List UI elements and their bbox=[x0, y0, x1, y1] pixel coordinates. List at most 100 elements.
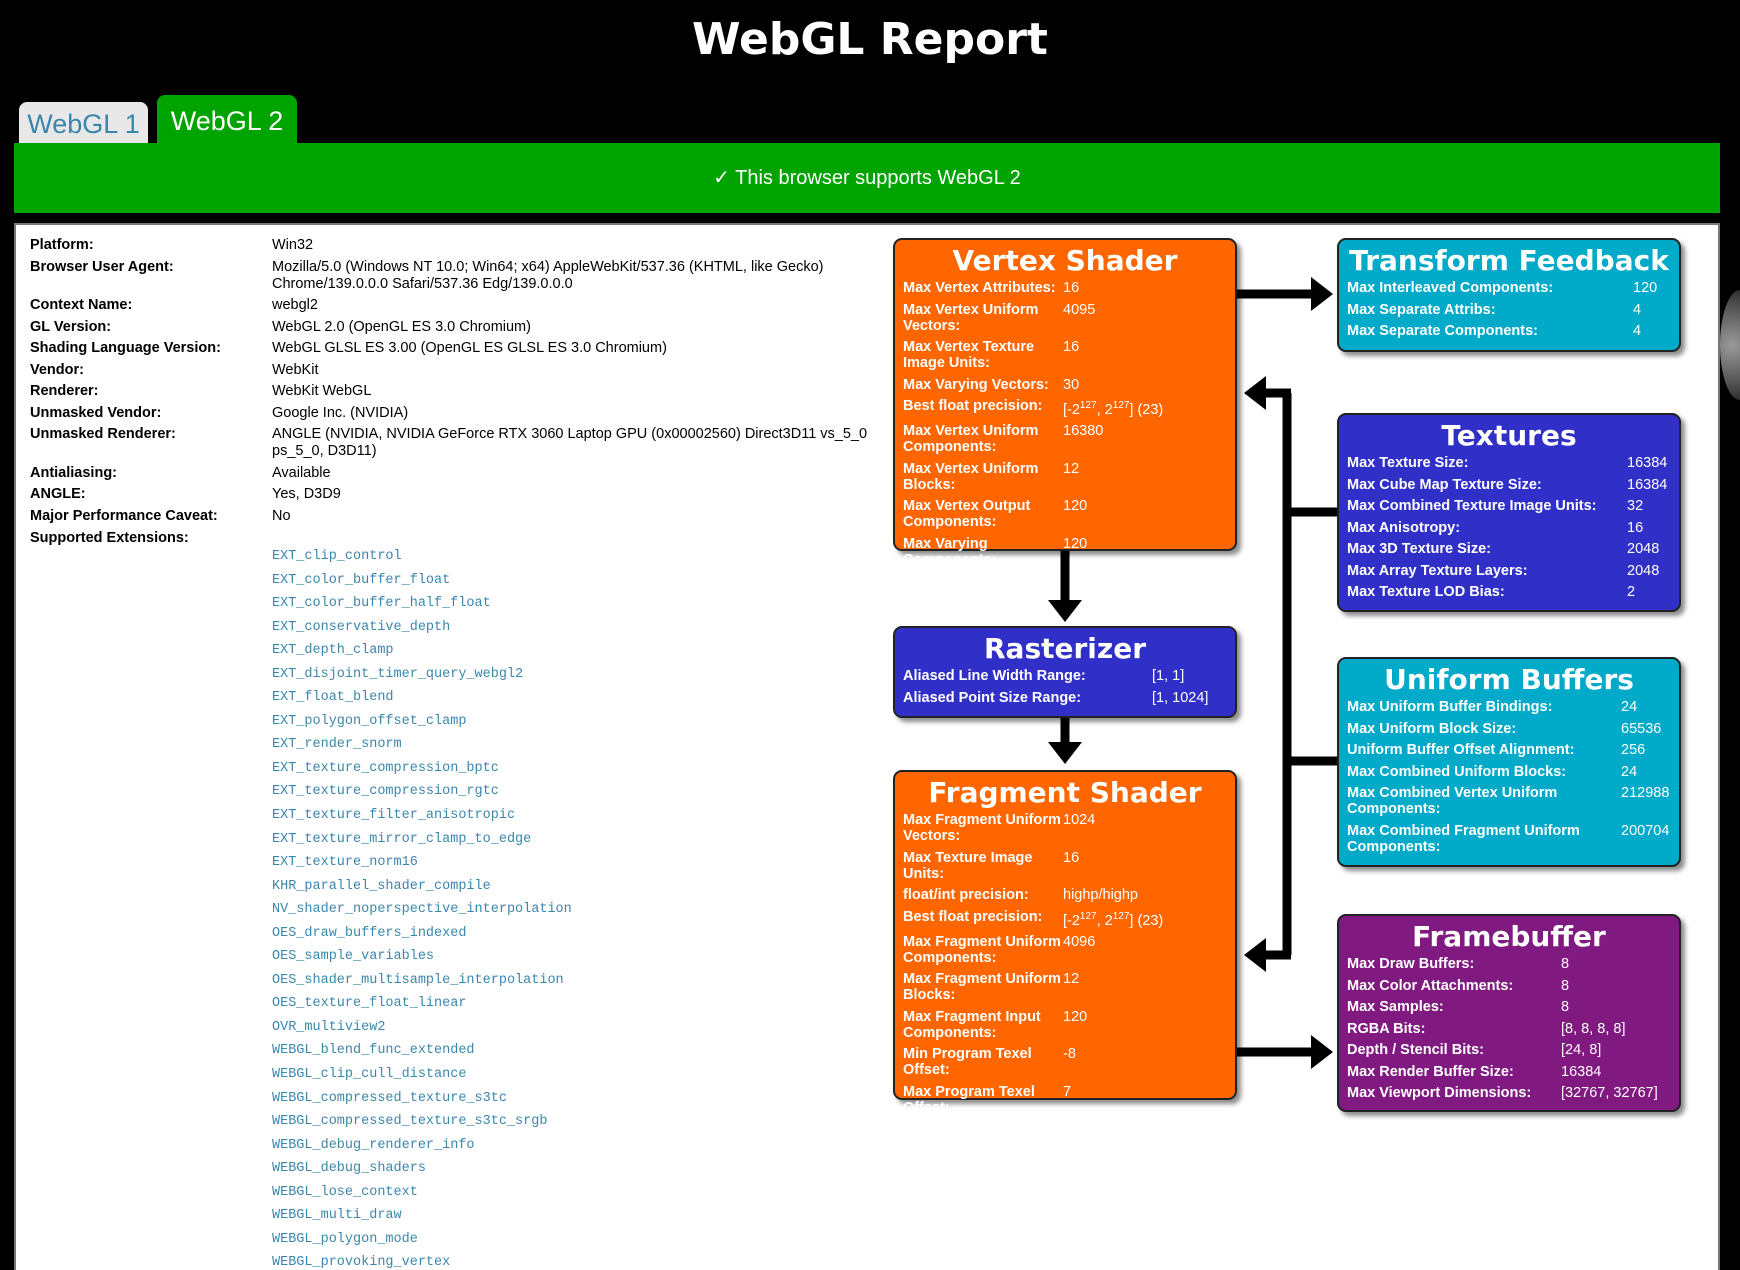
vertex-value: 16 bbox=[1063, 280, 1080, 296]
framebuffer-row: RGBA Bits: [8, 8, 8, 8] bbox=[1347, 1021, 1671, 1037]
textures-row: Max Cube Map Texture Size: 16384 bbox=[1347, 477, 1671, 493]
framebuffer-label: Max Color Attachments: bbox=[1347, 977, 1514, 994]
fragment-row: Max Fragment Uniform Vectors: 1024 bbox=[903, 812, 1227, 844]
framebuffer-row: Max Samples: 8 bbox=[1347, 999, 1671, 1015]
transform-row: Max Separate Attribs: 4 bbox=[1347, 302, 1671, 318]
rasterizer-box: Rasterizer Aliased Line Width Range: [1, … bbox=[893, 626, 1237, 718]
uniform-buffers-title: Uniform Buffers bbox=[1384, 663, 1634, 696]
uniform-label: Max Uniform Buffer Bindings: bbox=[1347, 699, 1553, 715]
textures-row: Max Texture Size: 16384 bbox=[1347, 455, 1671, 471]
fragment-row: Best float precision: [-2127, 2127] (23) bbox=[903, 909, 1227, 929]
framebuffer-value: 8 bbox=[1561, 956, 1570, 972]
uniform-buffers-box: Uniform Buffers Max Uniform Buffer Bindi… bbox=[1337, 657, 1681, 867]
vertex-shader-title: Vertex Shader bbox=[952, 244, 1178, 277]
fragment-row: Max Fragment Uniform Blocks: 12 bbox=[903, 971, 1227, 1003]
vertex-row: Max Varying Components: 120 bbox=[903, 536, 1227, 568]
textures-title: Textures bbox=[1441, 419, 1577, 452]
arrowhead-bus-vertex bbox=[1244, 376, 1266, 410]
vertex-value: 16 bbox=[1063, 339, 1080, 355]
textures-box: Textures Max Texture Size: 16384 Max Cube … bbox=[1337, 413, 1681, 612]
transform-value: 120 bbox=[1633, 280, 1658, 296]
uniform-label: Max Combined Fragment Uniform Components… bbox=[1347, 822, 1580, 855]
fragment-value: 1024 bbox=[1063, 812, 1096, 828]
uniform-row: Max Combined Fragment Uniform Components… bbox=[1347, 823, 1671, 855]
framebuffer-label: Max Viewport Dimensions: bbox=[1347, 1085, 1532, 1101]
framebuffer-row: Max Viewport Dimensions: [32767, 32767] bbox=[1347, 1085, 1671, 1101]
fragment-value: 16 bbox=[1063, 849, 1080, 866]
vertex-row: Best float precision: [-2127, 2127] (23) bbox=[903, 398, 1227, 418]
framebuffer-title: Framebuffer bbox=[1412, 920, 1606, 953]
rasterizer-rows: Aliased Line Width Range: [1, 1] Aliased P… bbox=[903, 668, 1227, 706]
fragment-row: Max Texture Image Units: 16 bbox=[903, 850, 1227, 882]
framebuffer-value: [24, 8] bbox=[1561, 1042, 1602, 1058]
textures-row: Max Combined Texture Image Units: 32 bbox=[1347, 498, 1671, 514]
uniform-label: Max Uniform Block Size: bbox=[1347, 720, 1517, 737]
uniform-row: Max Uniform Block Size: 65536 bbox=[1347, 721, 1671, 737]
fragment-row: float/int precision: highp/highp bbox=[903, 887, 1227, 903]
textures-label: Max 3D Texture Size: bbox=[1347, 541, 1491, 557]
fragment-value: 7 bbox=[1063, 1083, 1072, 1100]
uniform-row: Max Combined Uniform Blocks: 24 bbox=[1347, 764, 1671, 780]
textures-rows: Max Texture Size: 16384 Max Cube Map Textu… bbox=[1347, 455, 1671, 600]
framebuffer-value: [32767, 32767] bbox=[1561, 1085, 1658, 1101]
uniform-buffers-rows: Max Uniform Buffer Bindings: 24 Max Unifor… bbox=[1347, 699, 1671, 855]
fragment-value: highp/highp bbox=[1063, 887, 1138, 903]
fragment-label: Min Program Texel Offset: bbox=[903, 1046, 1032, 1079]
textures-value: 16384 bbox=[1627, 455, 1668, 471]
textures-row: Max 3D Texture Size: 2048 bbox=[1347, 541, 1671, 557]
vertex-row: Max Varying Vectors: 30 bbox=[903, 377, 1227, 393]
vertex-label: Best float precision: bbox=[903, 398, 1043, 414]
fragment-shader-title: Fragment Shader bbox=[928, 776, 1202, 809]
framebuffer-value: [8, 8, 8, 8] bbox=[1561, 1020, 1626, 1037]
framebuffer-row: Max Render Buffer Size: 16384 bbox=[1347, 1064, 1671, 1080]
uniform-value: 24 bbox=[1621, 699, 1638, 715]
fragment-label: Best float precision: bbox=[903, 908, 1043, 925]
fragment-label: float/int precision: bbox=[903, 887, 1029, 903]
uniform-row: Uniform Buffer Offset Alignment: 256 bbox=[1347, 742, 1671, 758]
textures-row: Max Anisotropy: 16 bbox=[1347, 520, 1671, 536]
vertex-label: Max Vertex Uniform Components: bbox=[903, 423, 1039, 456]
vertex-value: 120 bbox=[1063, 535, 1088, 552]
transform-value: 4 bbox=[1633, 323, 1642, 339]
uniform-value: 256 bbox=[1621, 742, 1646, 758]
fragment-label: Max Texture Image Units: bbox=[903, 849, 1033, 882]
rasterizer-row: Aliased Line Width Range: [1, 1] bbox=[903, 668, 1227, 684]
transform-value: 4 bbox=[1633, 301, 1642, 318]
vertex-value: 120 bbox=[1063, 498, 1088, 515]
framebuffer-label: Depth / Stencil Bits: bbox=[1347, 1042, 1484, 1058]
textures-value: 16384 bbox=[1627, 476, 1668, 493]
uniform-value: 24 bbox=[1621, 763, 1638, 780]
vertex-row: Max Vertex Attributes: 16 bbox=[903, 280, 1227, 296]
uniform-row: Max Combined Vertex Uniform Components: 2… bbox=[1347, 785, 1671, 817]
vertex-row: Max Vertex Texture Image Units: 16 bbox=[903, 339, 1227, 371]
vertex-row: Max Vertex Output Components: 120 bbox=[903, 498, 1227, 530]
framebuffer-rows: Max Draw Buffers: 8 Max Color Attachments:… bbox=[1347, 956, 1671, 1101]
uniform-value: 200704 bbox=[1621, 822, 1670, 839]
vertex-label: Max Varying Components: bbox=[903, 535, 997, 568]
textures-value: 2048 bbox=[1627, 541, 1660, 557]
framebuffer-row: Depth / Stencil Bits: [24, 8] bbox=[1347, 1042, 1671, 1058]
fragment-value: [-2127, 2127] (23) bbox=[1063, 910, 1164, 929]
vertex-label: Max Vertex Uniform Vectors: bbox=[903, 301, 1039, 334]
transform-label: Max Separate Components: bbox=[1347, 323, 1538, 339]
uniform-label: Max Combined Vertex Uniform Components: bbox=[1347, 785, 1558, 817]
fragment-shader-rows: Max Fragment Uniform Vectors: 1024 Max Tex… bbox=[903, 812, 1227, 1116]
fragment-row: Max Program Texel Offset: 7 bbox=[903, 1084, 1227, 1116]
textures-row: Max Array Texture Layers: 2048 bbox=[1347, 563, 1671, 579]
fragment-row: Max Fragment Input Components: 120 bbox=[903, 1009, 1227, 1041]
textures-value: 32 bbox=[1627, 498, 1644, 514]
vertex-label: Max Varying Vectors: bbox=[903, 376, 1049, 393]
fragment-row: Max Fragment Uniform Components: 4096 bbox=[903, 934, 1227, 966]
framebuffer-row: Max Color Attachments: 8 bbox=[1347, 978, 1671, 994]
transform-row: Max Interleaved Components: 120 bbox=[1347, 280, 1671, 296]
textures-value: 2 bbox=[1627, 584, 1636, 600]
arrowhead-bus-fragment bbox=[1244, 938, 1266, 972]
vertex-label: Max Vertex Attributes: bbox=[903, 280, 1056, 296]
vertex-shader-rows: Max Vertex Attributes: 16 Max Vertex Unifo… bbox=[903, 280, 1227, 568]
vertex-row: Max Vertex Uniform Vectors: 4095 bbox=[903, 302, 1227, 334]
framebuffer-box: Framebuffer Max Draw Buffers: 8 Max Color … bbox=[1337, 914, 1681, 1112]
vertex-value: 16380 bbox=[1063, 423, 1104, 440]
rasterizer-value: [1, 1] bbox=[1152, 668, 1185, 684]
textures-value: 16 bbox=[1627, 519, 1644, 536]
fragment-value: -8 bbox=[1063, 1046, 1076, 1063]
